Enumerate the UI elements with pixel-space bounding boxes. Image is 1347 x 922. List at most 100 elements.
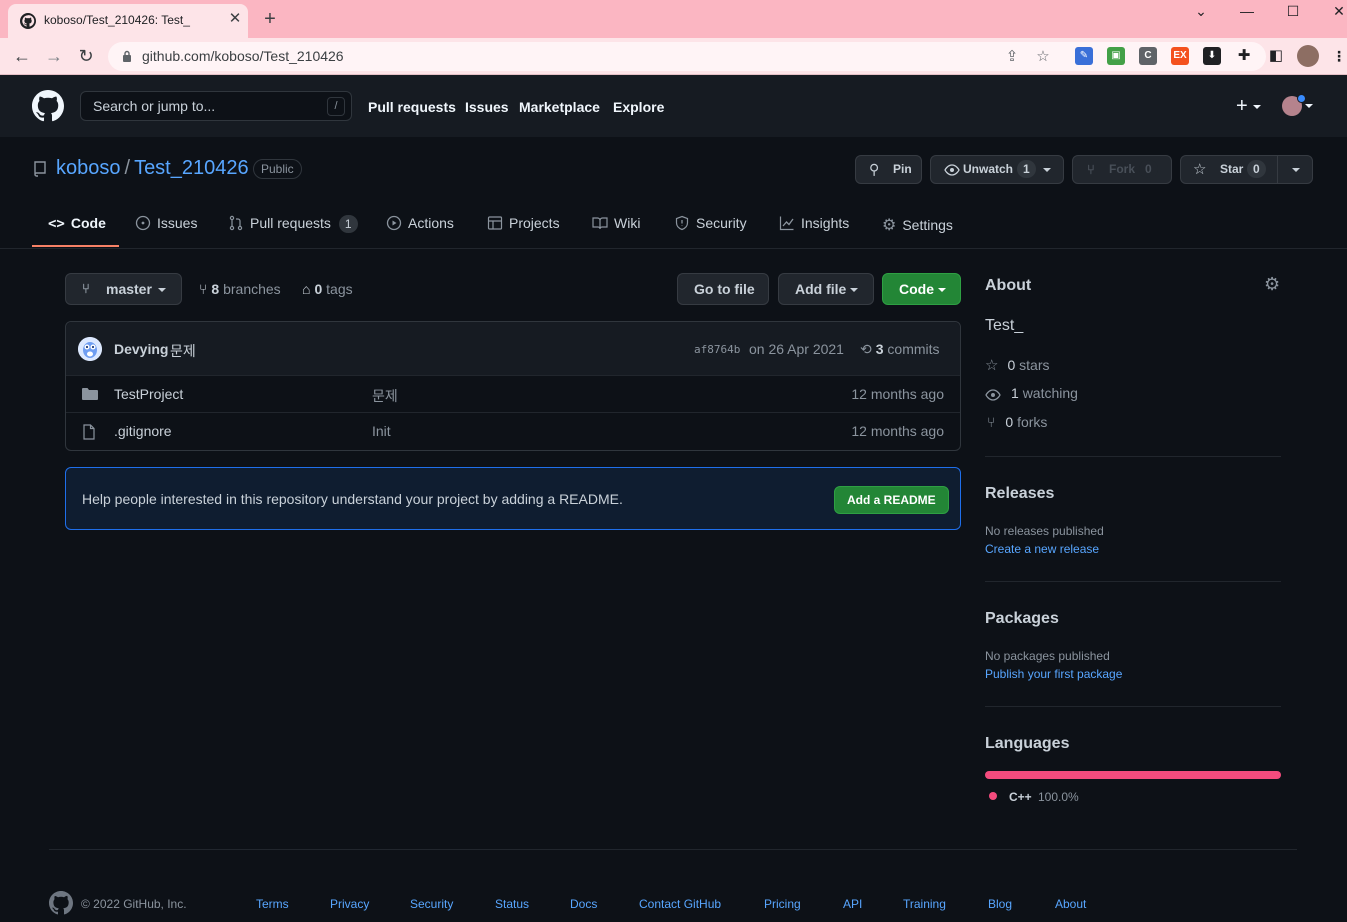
tab-security[interactable]: Security (674, 215, 747, 231)
create-new-plus-icon[interactable]: + (1236, 96, 1262, 116)
profile-avatar-icon[interactable] (1297, 45, 1319, 67)
file-commit-message[interactable]: 문제 (372, 386, 398, 406)
window-close-icon[interactable]: ✕ (1316, 0, 1347, 30)
active-tab-underline (32, 245, 119, 247)
nav-issues[interactable]: Issues (465, 99, 509, 115)
languages-heading: Languages (985, 735, 1070, 752)
footer-link-contact[interactable]: Contact GitHub (639, 897, 721, 911)
commits-history-link[interactable]: ⟲ 3 commits (860, 341, 940, 358)
packages-heading[interactable]: Packages (985, 610, 1059, 628)
file-row[interactable]: .gitignore Init 12 months ago (66, 412, 960, 449)
stars-link[interactable]: ☆ 0 stars (985, 356, 1049, 374)
language-name[interactable]: C++ (1009, 790, 1032, 804)
extension-pen-icon[interactable]: ✎ (1075, 47, 1093, 65)
tab-projects[interactable]: Projects (487, 215, 560, 231)
tab-issues[interactable]: Issues (135, 215, 197, 231)
book-icon (592, 217, 608, 230)
footer-link-pricing[interactable]: Pricing (764, 897, 801, 911)
add-readme-button[interactable]: Add a README (834, 486, 949, 514)
add-file-chevron-down-icon (850, 288, 859, 293)
go-to-file-button[interactable]: Go to file (677, 273, 769, 305)
footer-link-about[interactable]: About (1055, 897, 1086, 911)
bookmark-star-icon[interactable]: ☆ (1034, 48, 1052, 66)
file-name[interactable]: TestProject (114, 386, 183, 402)
code-download-button[interactable]: Code (882, 273, 961, 305)
tab-code[interactable]: <> Code (48, 215, 106, 232)
table-icon (487, 216, 503, 230)
footer-link-api[interactable]: API (843, 897, 862, 911)
footer-link-docs[interactable]: Docs (570, 897, 597, 911)
branch-chevron-down-icon (158, 288, 166, 292)
footer-link-status[interactable]: Status (495, 897, 529, 911)
forks-count: 0 (1005, 414, 1014, 430)
share-icon[interactable]: ⇪ (1003, 48, 1021, 66)
browser-tab[interactable]: koboso/Test_210426: Test_ ✕ (8, 4, 248, 38)
tab-pull-requests-label: Pull requests (250, 215, 331, 231)
tab-pull-requests[interactable]: Pull requests 1 (228, 215, 358, 233)
commit-sha[interactable]: af8764b (694, 343, 740, 356)
pin-button[interactable]: ⚲ Pin (855, 155, 922, 184)
watching-link[interactable]: 1 watching (985, 385, 1078, 401)
commit-message[interactable]: 문제 (170, 341, 196, 361)
footer-link-terms[interactable]: Terms (256, 897, 289, 911)
repo-name-link[interactable]: Test_210426 (134, 157, 249, 179)
commits-label: commits (887, 341, 940, 357)
footer-link-blog[interactable]: Blog (988, 897, 1012, 911)
extension-green-icon[interactable]: ▣ (1107, 47, 1125, 65)
tab-settings[interactable]: ⚙ Settings (882, 215, 953, 235)
commit-author[interactable]: Devying (114, 341, 168, 357)
publish-package-link[interactable]: Publish your first package (985, 667, 1122, 681)
tab-wiki[interactable]: Wiki (592, 215, 640, 231)
about-settings-gear-icon[interactable]: ⚙ (1264, 274, 1280, 295)
branch-select-button[interactable]: ⑂ master (65, 273, 182, 305)
side-panel-icon[interactable]: ◧ (1267, 47, 1285, 65)
maximize-icon[interactable]: ☐ (1270, 0, 1316, 30)
extensions-puzzle-icon[interactable]: ✚ (1235, 47, 1253, 65)
tab-search-chevron-icon[interactable]: ⌄ (1178, 0, 1224, 30)
tab-insights[interactable]: Insights (779, 215, 849, 231)
repo-owner-link[interactable]: koboso (56, 157, 121, 179)
repo-header: koboso / Test_210426 Public ⚲ Pin Unwatch … (0, 137, 1347, 249)
github-footer-logo-icon[interactable] (49, 891, 73, 915)
forward-arrow-icon[interactable]: → (42, 45, 66, 69)
new-tab-icon[interactable]: + (258, 8, 282, 32)
search-input[interactable]: Search or jump to... / (80, 91, 352, 121)
footer-link-privacy[interactable]: Privacy (330, 897, 369, 911)
file-name[interactable]: .gitignore (114, 423, 172, 439)
watching-count: 1 (1011, 385, 1019, 401)
star-list-dropdown[interactable] (1277, 155, 1313, 184)
unwatch-button[interactable]: Unwatch 1 (930, 155, 1064, 184)
add-file-button[interactable]: Add file (778, 273, 874, 305)
gear-icon: ⚙ (882, 217, 897, 234)
nav-pull-requests[interactable]: Pull requests (368, 99, 456, 115)
user-menu-chevron-icon[interactable] (1305, 104, 1313, 108)
branches-label: branches (223, 281, 281, 297)
extension-c-icon[interactable]: C (1139, 47, 1157, 65)
file-listing: Devying 문제 af8764b on 26 Apr 2021 ⟲ 3 com… (65, 321, 961, 451)
footer-link-security[interactable]: Security (410, 897, 453, 911)
forks-link[interactable]: ⑂ 0 forks (985, 414, 1047, 430)
releases-heading[interactable]: Releases (985, 485, 1054, 503)
nav-marketplace[interactable]: Marketplace (519, 99, 600, 115)
footer-copyright: © 2022 GitHub, Inc. (81, 897, 187, 911)
branches-link[interactable]: ⑂ 8 branches (199, 281, 281, 297)
create-release-link[interactable]: Create a new release (985, 542, 1099, 556)
tags-link[interactable]: ⌂ 0 tags (302, 281, 353, 297)
star-button[interactable]: ☆ Star 0 (1180, 155, 1278, 184)
reload-icon[interactable]: ↻ (74, 45, 98, 69)
tab-actions[interactable]: Actions (386, 215, 454, 231)
fork-button[interactable]: ⑂ Fork 0 (1072, 155, 1172, 184)
footer-link-training[interactable]: Training (903, 897, 946, 911)
minimize-icon[interactable]: — (1224, 0, 1270, 30)
extension-ex-icon[interactable]: EX (1171, 47, 1189, 65)
file-commit-message[interactable]: Init (372, 423, 391, 439)
nav-explore[interactable]: Explore (613, 99, 664, 115)
history-icon: ⟲ (860, 341, 872, 357)
browser-menu-icon[interactable]: ⋮ (1330, 47, 1347, 65)
back-arrow-icon[interactable]: ← (10, 45, 34, 69)
extension-download-icon[interactable]: ⬇ (1203, 47, 1221, 65)
file-row[interactable]: TestProject 문제 12 months ago (66, 375, 960, 412)
close-tab-icon[interactable]: ✕ (226, 10, 244, 28)
github-logo-icon[interactable] (32, 90, 64, 122)
commit-author-avatar[interactable] (78, 337, 102, 361)
